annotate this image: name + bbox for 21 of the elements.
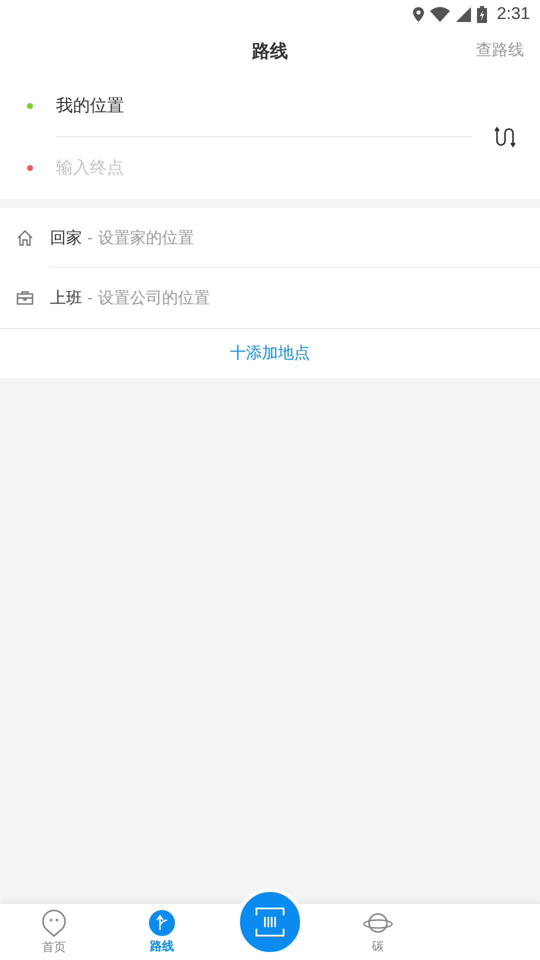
place-item[interactable]: 回家 - 设置家的位置	[0, 208, 540, 268]
home-icon	[16, 229, 34, 247]
nav-tab[interactable]: 首页	[0, 904, 108, 960]
location-icon	[412, 6, 424, 22]
page-title: 路线	[252, 40, 288, 63]
check-route-button[interactable]: 查路线	[476, 40, 524, 61]
destination-field[interactable]: 输入终点	[56, 158, 436, 178]
place-label: 回家 - 设置家的位置	[50, 228, 194, 248]
place-label: 上班 - 设置公司的位置	[50, 288, 210, 308]
place-item[interactable]: 上班 - 设置公司的位置	[0, 268, 540, 328]
face-pin-icon	[41, 908, 67, 936]
start-field[interactable]: 我的位置	[56, 96, 436, 116]
briefcase-icon	[16, 289, 34, 307]
nav-tab[interactable]: 路线	[108, 904, 216, 960]
signal-icon	[456, 6, 471, 22]
clock-time: 2:31	[496, 4, 530, 24]
nav-tab[interactable]: 碳	[324, 904, 432, 960]
scan-frame-icon	[253, 905, 287, 939]
add-place-button[interactable]: 十添加地点	[230, 343, 310, 364]
battery-icon	[476, 6, 487, 22]
wifi-icon	[430, 6, 450, 22]
